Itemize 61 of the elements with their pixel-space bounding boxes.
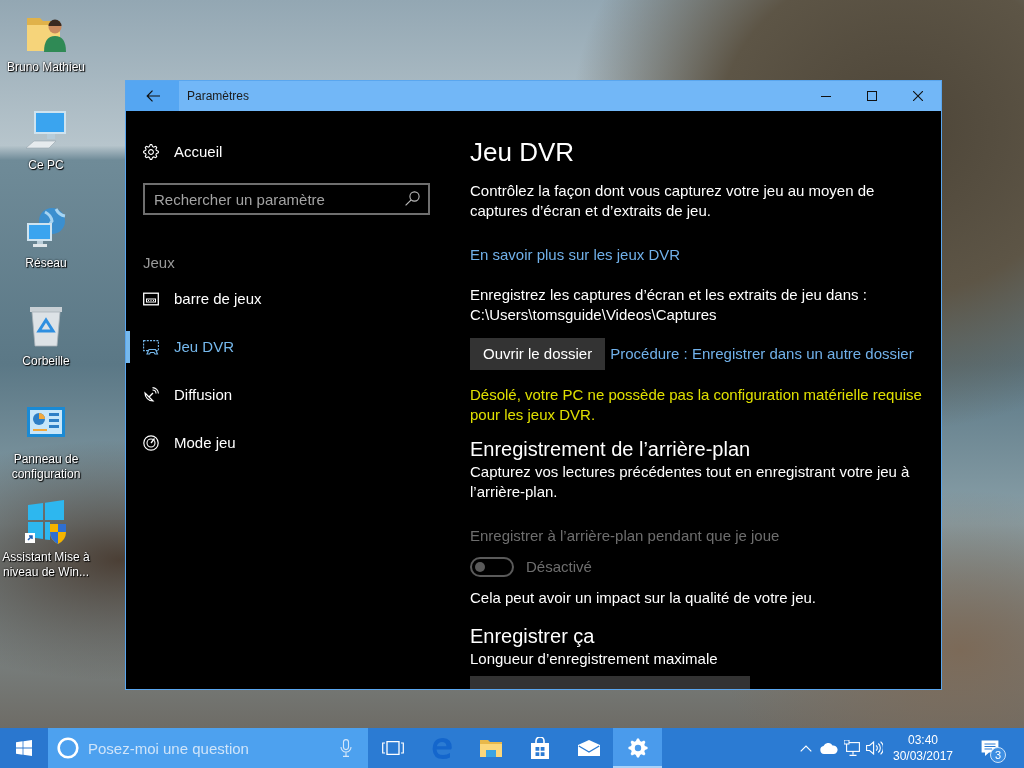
computer-icon[interactable] — [24, 108, 68, 152]
desktop-icon-label[interactable]: Assistant Mise à niveau de Win... — [0, 550, 92, 580]
setting-label: Enregistrer à l’arrière-plan pendant que je joue — [470, 526, 780, 546]
screen-gamepad-icon — [143, 339, 159, 355]
ring-icon[interactable] — [57, 737, 79, 759]
section-heading: Enregistrer ça — [470, 624, 595, 649]
section-label: Jeux — [143, 253, 176, 273]
description-text: Enregistrez les captures d’écran et les extraits de jeu dans : C:\Users\tomsguide\Videos\Captures — [470, 285, 868, 325]
desktop-icon-label[interactable]: Panneau de configuration — [0, 452, 92, 482]
window-tiles-shield-icon[interactable] — [24, 500, 68, 544]
sidebar-item[interactable]: Mode jeu — [126, 427, 460, 459]
description-text: Cela peut avoir un impact sur la qualité de votre jeu. — [470, 588, 817, 608]
learn-more-link[interactable]: En savoir plus sur les jeux DVR — [470, 245, 681, 265]
minimize-icon — [821, 95, 831, 97]
globe-monitor-icon[interactable] — [24, 206, 68, 250]
chevron-up-icon[interactable] — [799, 744, 812, 752]
start-button[interactable] — [0, 728, 48, 768]
panel-icon — [143, 291, 159, 307]
section-heading: Enregistrement de l’arrière-plan — [470, 437, 751, 462]
windows-logo-icon — [16, 740, 32, 756]
close-icon — [913, 91, 923, 101]
sidebar-item[interactable]: Jeu DVR — [126, 331, 460, 363]
settings-button[interactable] — [613, 728, 662, 768]
sidebar-item[interactable]: Diffusion — [126, 379, 460, 411]
gear-icon — [143, 144, 159, 160]
desktop-icon-label[interactable]: Réseau — [25, 256, 67, 271]
home-nav-item[interactable]: Accueil — [126, 140, 460, 164]
microphone-icon[interactable] — [340, 739, 352, 757]
search-field[interactable]: Rechercher un paramètre — [143, 183, 430, 215]
description-text: Longueur d’enregistrement maximale — [470, 649, 718, 669]
maximize-icon — [867, 91, 877, 101]
toggle-state-label: Désactivé — [526, 557, 592, 577]
search-icon[interactable] — [405, 191, 420, 206]
sidebar-item[interactable]: barre de jeux — [126, 283, 460, 315]
settings-icon — [627, 738, 648, 758]
envelope-icon — [577, 740, 600, 756]
cloud-icon[interactable] — [819, 742, 838, 754]
dropdown-field[interactable] — [470, 676, 750, 689]
page-title: Jeu DVR — [470, 136, 575, 169]
warning-text: Désolé, votre PC ne possède pas la configuration matérielle requise pour les jeux DVR. — [470, 385, 923, 425]
clock-date[interactable]: 30/03/2017 — [892, 748, 954, 764]
open-folder-button[interactable]: Ouvrir le dossier — [470, 338, 606, 370]
back-button[interactable] — [126, 81, 179, 111]
notification-count: 3 — [990, 747, 1006, 763]
back-arrow-icon — [145, 90, 160, 102]
description-text: Contrôlez la façon dont vous capturez votre jeu au moyen de captures d’écran et d’extraits de jeu. — [470, 181, 876, 221]
folder-icon — [479, 738, 502, 758]
search-box[interactable]: Posez-moi une question — [48, 728, 368, 768]
window-title: Paramètres — [187, 88, 250, 105]
shopping-bag-icon — [529, 737, 550, 759]
satellite-dish-icon — [143, 387, 159, 403]
task-view-icon — [381, 741, 404, 755]
clock-time[interactable]: 03:40 — [908, 732, 938, 748]
procedure-link[interactable]: Procédure : Enregistrer dans un autre dossier — [610, 344, 914, 364]
description-text: Capturez vos lectures précédentes tout en enregistrant votre jeu à l’arrière-plan. — [470, 462, 911, 502]
gauge-icon — [143, 435, 159, 451]
desktop-icon-label[interactable]: Ce PC — [28, 158, 64, 173]
wired-network-icon[interactable] — [843, 740, 860, 756]
desktop-icon-label[interactable]: Corbeille — [22, 354, 70, 369]
e-logo-icon — [430, 737, 453, 759]
speaker-icon[interactable] — [866, 741, 883, 755]
